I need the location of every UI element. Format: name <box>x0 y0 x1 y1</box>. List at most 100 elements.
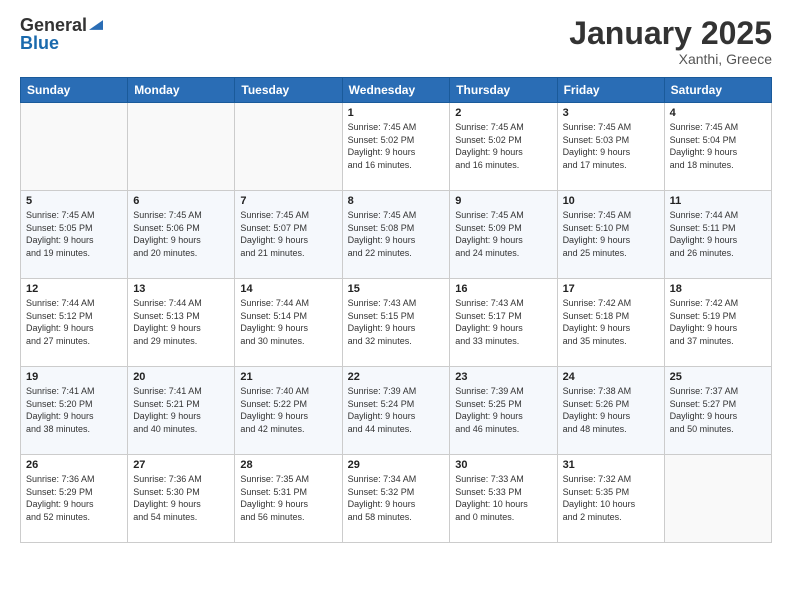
day-info: Sunrise: 7:44 AM Sunset: 5:12 PM Dayligh… <box>26 297 122 347</box>
day-number: 30 <box>455 459 551 471</box>
calendar-week-5: 26 Sunrise: 7:36 AM Sunset: 5:29 PM Dayli… <box>21 455 772 543</box>
day-number: 22 <box>348 371 445 383</box>
calendar-cell: 29 Sunrise: 7:34 AM Sunset: 5:32 PM Dayli… <box>342 455 450 543</box>
calendar-week-3: 12Sunrise: 7:44 AM Sunset: 5:12 PM Dayli… <box>21 279 772 367</box>
day-info: Sunrise: 7:36 AM Sunset: 5:30 PM Dayligh… <box>133 473 229 523</box>
header-wednesday: Wednesday <box>342 78 450 103</box>
calendar-cell: 2Sunrise: 7:45 AM Sunset: 5:02 PM Daylig… <box>450 103 557 191</box>
day-number: 20 <box>133 371 229 383</box>
day-info: Sunrise: 7:34 AM Sunset: 5:32 PM Dayligh… <box>348 473 445 523</box>
calendar-cell: 15 Sunrise: 7:43 AM Sunset: 5:15 PM Dayli… <box>342 279 450 367</box>
calendar-cell: 7 Sunrise: 7:45 AM Sunset: 5:07 PM Daylig… <box>235 191 342 279</box>
calendar-cell: 26 Sunrise: 7:36 AM Sunset: 5:29 PM Dayli… <box>21 455 128 543</box>
calendar-cell: 18Sunrise: 7:42 AM Sunset: 5:19 PM Dayli… <box>664 279 771 367</box>
day-info: Sunrise: 7:43 AM Sunset: 5:17 PM Dayligh… <box>455 297 551 347</box>
day-info: Sunrise: 7:45 AM Sunset: 5:07 PM Dayligh… <box>240 209 336 259</box>
day-number: 11 <box>670 195 766 207</box>
logo-general-text: General <box>20 16 87 34</box>
calendar-cell: 9 Sunrise: 7:45 AM Sunset: 5:09 PM Daylig… <box>450 191 557 279</box>
day-number: 10 <box>563 195 659 207</box>
day-number: 15 <box>348 283 445 295</box>
day-info: Sunrise: 7:45 AM Sunset: 5:04 PM Dayligh… <box>670 121 766 171</box>
calendar-cell: 24 Sunrise: 7:38 AM Sunset: 5:26 PM Dayli… <box>557 367 664 455</box>
day-info: Sunrise: 7:32 AM Sunset: 5:35 PM Dayligh… <box>563 473 659 523</box>
header-thursday: Thursday <box>450 78 557 103</box>
calendar-table: Sunday Monday Tuesday Wednesday Thursday… <box>20 77 772 543</box>
day-info: Sunrise: 7:39 AM Sunset: 5:25 PM Dayligh… <box>455 385 551 435</box>
day-number: 24 <box>563 371 659 383</box>
day-info: Sunrise: 7:39 AM Sunset: 5:24 PM Dayligh… <box>348 385 445 435</box>
day-info: Sunrise: 7:40 AM Sunset: 5:22 PM Dayligh… <box>240 385 336 435</box>
day-number: 31 <box>563 459 659 471</box>
month-title: January 2025 <box>569 16 772 51</box>
day-number: 16 <box>455 283 551 295</box>
header-monday: Monday <box>128 78 235 103</box>
day-number: 13 <box>133 283 229 295</box>
calendar-cell <box>664 455 771 543</box>
day-info: Sunrise: 7:45 AM Sunset: 5:05 PM Dayligh… <box>26 209 122 259</box>
day-number: 6 <box>133 195 229 207</box>
calendar-cell <box>235 103 342 191</box>
day-info: Sunrise: 7:36 AM Sunset: 5:29 PM Dayligh… <box>26 473 122 523</box>
day-number: 9 <box>455 195 551 207</box>
calendar-cell: 16 Sunrise: 7:43 AM Sunset: 5:17 PM Dayli… <box>450 279 557 367</box>
day-number: 5 <box>26 195 122 207</box>
calendar-cell: 3Sunrise: 7:45 AM Sunset: 5:03 PM Daylig… <box>557 103 664 191</box>
day-info: Sunrise: 7:43 AM Sunset: 5:15 PM Dayligh… <box>348 297 445 347</box>
calendar-cell: 17 Sunrise: 7:42 AM Sunset: 5:18 PM Dayli… <box>557 279 664 367</box>
calendar-cell: 4Sunrise: 7:45 AM Sunset: 5:04 PM Daylig… <box>664 103 771 191</box>
calendar-week-1: 1 Sunrise: 7:45 AM Sunset: 5:02 PM Daylig… <box>21 103 772 191</box>
day-number: 8 <box>348 195 445 207</box>
calendar-cell: 19 Sunrise: 7:41 AM Sunset: 5:20 PM Dayli… <box>21 367 128 455</box>
calendar-cell: 27 Sunrise: 7:36 AM Sunset: 5:30 PM Dayli… <box>128 455 235 543</box>
day-number: 25 <box>670 371 766 383</box>
calendar-cell: 30Sunrise: 7:33 AM Sunset: 5:33 PM Dayli… <box>450 455 557 543</box>
day-number: 1 <box>348 107 445 119</box>
day-number: 21 <box>240 371 336 383</box>
day-info: Sunrise: 7:45 AM Sunset: 5:10 PM Dayligh… <box>563 209 659 259</box>
title-block: January 2025 Xanthi, Greece <box>569 16 772 67</box>
calendar-cell <box>21 103 128 191</box>
day-info: Sunrise: 7:45 AM Sunset: 5:06 PM Dayligh… <box>133 209 229 259</box>
calendar-cell: 14Sunrise: 7:44 AM Sunset: 5:14 PM Dayli… <box>235 279 342 367</box>
day-info: Sunrise: 7:44 AM Sunset: 5:13 PM Dayligh… <box>133 297 229 347</box>
page: General Blue January 2025 Xanthi, Greece… <box>0 0 792 612</box>
calendar-cell: 23 Sunrise: 7:39 AM Sunset: 5:25 PM Dayli… <box>450 367 557 455</box>
day-number: 28 <box>240 459 336 471</box>
day-number: 18 <box>670 283 766 295</box>
header: General Blue January 2025 Xanthi, Greece <box>20 16 772 67</box>
logo-blue-text: Blue <box>20 33 59 53</box>
header-friday: Friday <box>557 78 664 103</box>
calendar-cell: 20Sunrise: 7:41 AM Sunset: 5:21 PM Dayli… <box>128 367 235 455</box>
day-info: Sunrise: 7:45 AM Sunset: 5:02 PM Dayligh… <box>348 121 445 171</box>
day-number: 29 <box>348 459 445 471</box>
day-number: 26 <box>26 459 122 471</box>
header-tuesday: Tuesday <box>235 78 342 103</box>
calendar-cell <box>128 103 235 191</box>
calendar-week-4: 19 Sunrise: 7:41 AM Sunset: 5:20 PM Dayli… <box>21 367 772 455</box>
day-number: 23 <box>455 371 551 383</box>
calendar-cell: 1 Sunrise: 7:45 AM Sunset: 5:02 PM Daylig… <box>342 103 450 191</box>
day-number: 14 <box>240 283 336 295</box>
calendar-cell: 10 Sunrise: 7:45 AM Sunset: 5:10 PM Dayli… <box>557 191 664 279</box>
header-sunday: Sunday <box>21 78 128 103</box>
calendar-cell: 11Sunrise: 7:44 AM Sunset: 5:11 PM Dayli… <box>664 191 771 279</box>
calendar-cell: 22 Sunrise: 7:39 AM Sunset: 5:24 PM Dayli… <box>342 367 450 455</box>
calendar-cell: 21 Sunrise: 7:40 AM Sunset: 5:22 PM Dayli… <box>235 367 342 455</box>
day-number: 19 <box>26 371 122 383</box>
day-info: Sunrise: 7:38 AM Sunset: 5:26 PM Dayligh… <box>563 385 659 435</box>
calendar-cell: 12Sunrise: 7:44 AM Sunset: 5:12 PM Dayli… <box>21 279 128 367</box>
calendar-cell: 28Sunrise: 7:35 AM Sunset: 5:31 PM Dayli… <box>235 455 342 543</box>
day-info: Sunrise: 7:41 AM Sunset: 5:20 PM Dayligh… <box>26 385 122 435</box>
day-info: Sunrise: 7:45 AM Sunset: 5:09 PM Dayligh… <box>455 209 551 259</box>
calendar-cell: 31 Sunrise: 7:32 AM Sunset: 5:35 PM Dayli… <box>557 455 664 543</box>
day-info: Sunrise: 7:45 AM Sunset: 5:03 PM Dayligh… <box>563 121 659 171</box>
day-number: 17 <box>563 283 659 295</box>
calendar-cell: 25Sunrise: 7:37 AM Sunset: 5:27 PM Dayli… <box>664 367 771 455</box>
day-number: 27 <box>133 459 229 471</box>
day-info: Sunrise: 7:45 AM Sunset: 5:08 PM Dayligh… <box>348 209 445 259</box>
day-number: 7 <box>240 195 336 207</box>
calendar-cell: 8 Sunrise: 7:45 AM Sunset: 5:08 PM Daylig… <box>342 191 450 279</box>
calendar-cell: 6 Sunrise: 7:45 AM Sunset: 5:06 PM Daylig… <box>128 191 235 279</box>
day-info: Sunrise: 7:42 AM Sunset: 5:18 PM Dayligh… <box>563 297 659 347</box>
